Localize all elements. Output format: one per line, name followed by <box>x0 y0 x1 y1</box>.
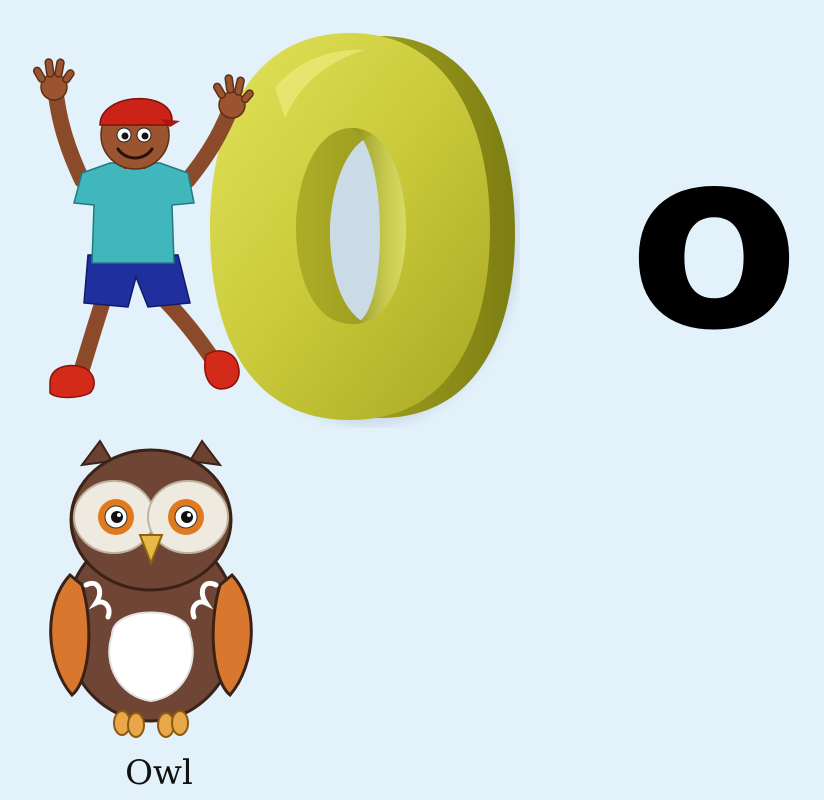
lowercase-letter: o <box>628 94 800 385</box>
alphabet-card: o Owl <box>0 0 824 800</box>
owl-illustration <box>49 439 253 738</box>
picture-caption: Owl <box>125 753 193 793</box>
boy-figure <box>32 58 254 399</box>
